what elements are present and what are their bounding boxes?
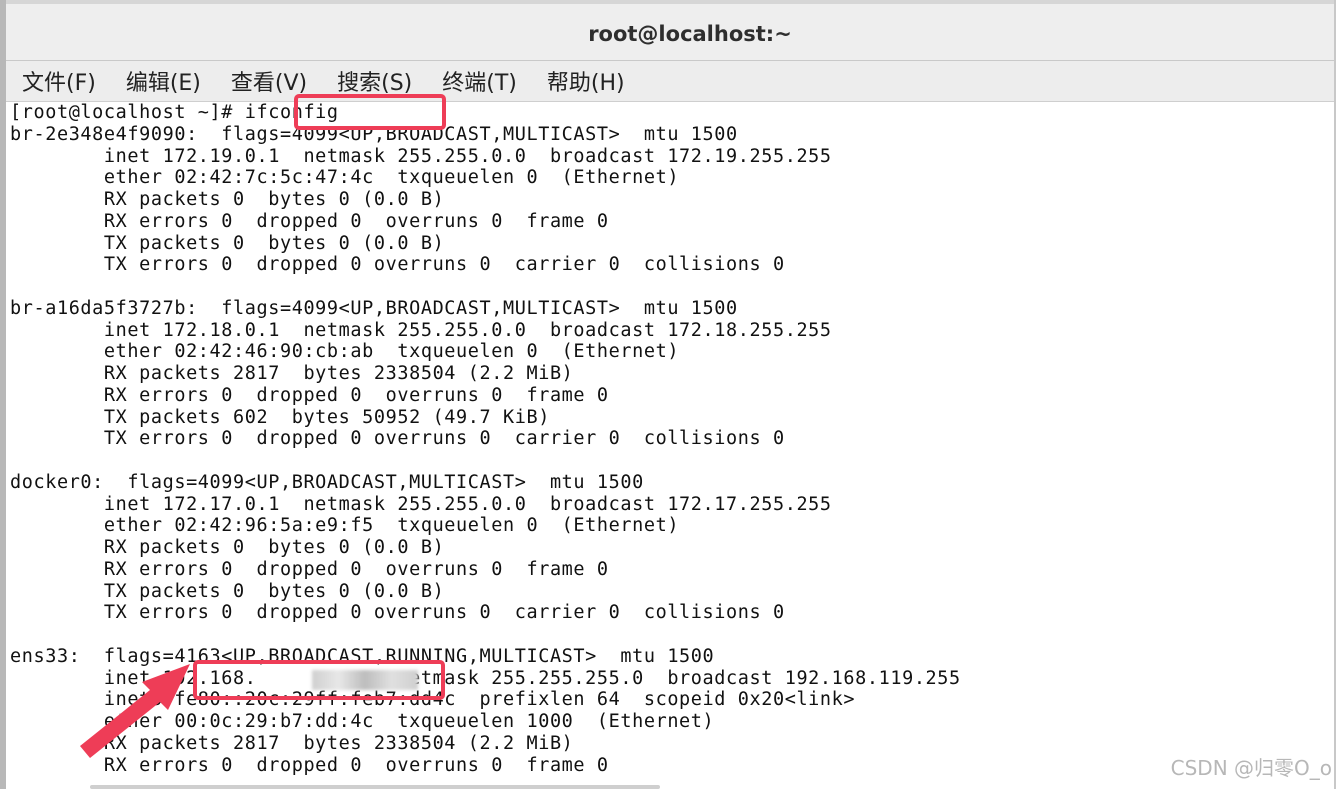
terminal-line: TX packets 0 bytes 0 (0.0 B) xyxy=(10,580,445,602)
terminal-window: root@localhost:~ 文件(F) 编辑(E) 查看(V) 搜索(S)… xyxy=(0,0,1336,789)
terminal-line: RX packets 2817 bytes 2338504 (2.2 MiB) xyxy=(10,363,574,384)
highlight-ifconfig-command xyxy=(294,94,446,130)
terminal-line: inet 172.17.0.1 netmask 255.255.0.0 broa… xyxy=(10,493,832,515)
terminal-line: ether 02:42:7c:5c:47:4c txqueuelen 0 (Et… xyxy=(10,167,680,189)
terminal-line: inet 192.168. netmask 255.255.255.0 broa… xyxy=(10,667,961,689)
terminal-lines: [root@localhost ~]# ifconfig br-2e348e4f… xyxy=(10,102,961,776)
terminal-line: br-a16da5f3727b: flags=4099<UP,BROADCAST… xyxy=(10,297,738,319)
window-title: root@localhost:~ xyxy=(588,22,792,46)
terminal-line: [root@localhost ~]# ifconfig xyxy=(10,102,339,123)
menu-terminal[interactable]: 终端(T) xyxy=(442,65,517,97)
menu-file[interactable]: 文件(F) xyxy=(22,65,96,97)
terminal-line: docker0: flags=4099<UP,BROADCAST,MULTICA… xyxy=(10,471,644,493)
terminal-line: inet6 fe80::20c:29ff:feb7:dd4c prefixlen… xyxy=(10,689,856,711)
title-bar[interactable]: root@localhost:~ xyxy=(6,0,1334,60)
terminal-line: RX packets 0 bytes 0 (0.0 B) xyxy=(10,537,445,558)
terminal-line: TX errors 0 dropped 0 overruns 0 carrier… xyxy=(10,602,785,624)
terminal-line: inet 172.18.0.1 netmask 255.255.0.0 broa… xyxy=(10,319,832,341)
terminal-line: RX errors 0 dropped 0 overruns 0 frame 0 xyxy=(10,754,609,776)
terminal-line: RX errors 0 dropped 0 overruns 0 frame 0 xyxy=(10,210,609,232)
terminal-line: ens33: flags=4163<UP,BROADCAST,RUNNING,M… xyxy=(10,645,715,667)
terminal-line: br-2e348e4f9090: flags=4099<UP,BROADCAST… xyxy=(10,123,738,145)
terminal-line: TX errors 0 dropped 0 overruns 0 carrier… xyxy=(10,254,785,276)
terminal-line: RX errors 0 dropped 0 overruns 0 frame 0 xyxy=(10,558,609,580)
menu-help[interactable]: 帮助(H) xyxy=(547,65,625,97)
menu-edit[interactable]: 编辑(E) xyxy=(126,65,201,97)
menu-bar: 文件(F) 编辑(E) 查看(V) 搜索(S) 终端(T) 帮助(H) xyxy=(6,60,1334,102)
watermark: CSDN @归零O_o xyxy=(1170,756,1332,780)
terminal-line: ether 02:42:46:90:cb:ab txqueuelen 0 (Et… xyxy=(10,341,680,363)
terminal-line: inet 172.19.0.1 netmask 255.255.0.0 broa… xyxy=(10,145,832,167)
menu-view[interactable]: 查看(V) xyxy=(231,65,307,97)
terminal-line: ether 00:0c:29:b7:dd:4c txqueuelen 1000 … xyxy=(10,711,715,732)
terminal-line: RX packets 2817 bytes 2338504 (2.2 MiB) xyxy=(10,732,574,754)
highlight-ip-address xyxy=(193,660,445,700)
terminal-line: RX errors 0 dropped 0 overruns 0 frame 0 xyxy=(10,384,609,406)
terminal-line: TX packets 602 bytes 50952 (49.7 KiB) xyxy=(10,406,550,428)
menu-search[interactable]: 搜索(S) xyxy=(337,65,412,97)
horizontal-scrollbar[interactable] xyxy=(90,785,660,789)
terminal-line: ether 02:42:96:5a:e9:f5 txqueuelen 0 (Et… xyxy=(10,515,680,537)
terminal-line: TX errors 0 dropped 0 overruns 0 carrier… xyxy=(10,428,785,450)
terminal-line: TX packets 0 bytes 0 (0.0 B) xyxy=(10,232,445,254)
terminal-line: RX packets 0 bytes 0 (0.0 B) xyxy=(10,189,445,210)
